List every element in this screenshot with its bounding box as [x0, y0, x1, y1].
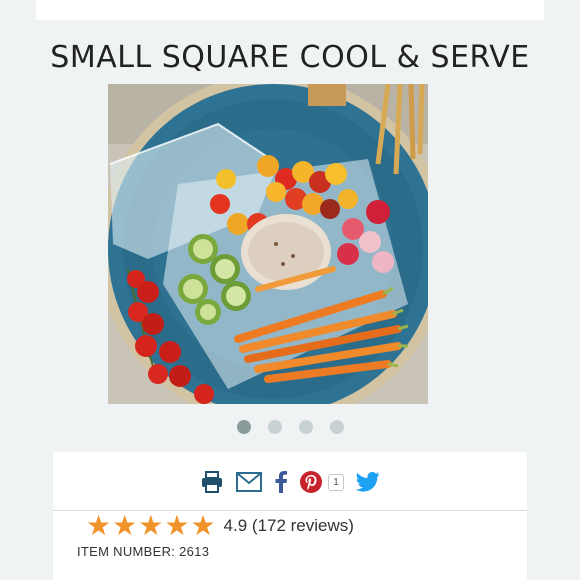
item-number: ITEM NUMBER: 2613: [77, 544, 210, 559]
pinterest-count: 1: [328, 473, 344, 491]
print-icon[interactable]: [200, 471, 224, 493]
product-info-card: 1 ★ ★ ★ ★ ★ 4.9 (172 reviews) ITEM NUMBE…: [53, 452, 527, 580]
carousel-dot-1[interactable]: [236, 420, 251, 434]
twitter-icon[interactable]: [355, 472, 380, 492]
carousel-dot-4[interactable]: [329, 420, 344, 434]
facebook-icon[interactable]: [274, 471, 288, 493]
rating-stars: ★ ★ ★ ★ ★: [86, 510, 216, 541]
star-icon: ★: [86, 510, 112, 541]
star-icon: ★: [138, 510, 164, 541]
email-icon[interactable]: [236, 472, 263, 492]
carousel-dots: [0, 420, 580, 436]
carousel-dot-3[interactable]: [298, 420, 313, 434]
pinterest-icon[interactable]: [300, 471, 323, 493]
product-title: SMALL SQUARE COOL & SERVE: [50, 40, 530, 76]
share-bar: 1: [53, 464, 527, 500]
product-image[interactable]: [108, 84, 428, 404]
star-icon: ★: [112, 510, 138, 541]
carousel-dot-2[interactable]: [267, 420, 282, 434]
top-header-strip: [36, 0, 544, 20]
rating-row[interactable]: ★ ★ ★ ★ ★ 4.9 (172 reviews): [86, 510, 354, 541]
product-photo-illustration: [108, 84, 428, 404]
star-icon: ★: [190, 510, 216, 541]
rating-value[interactable]: 4.9 (172 reviews): [224, 516, 354, 536]
star-icon: ★: [164, 510, 190, 541]
